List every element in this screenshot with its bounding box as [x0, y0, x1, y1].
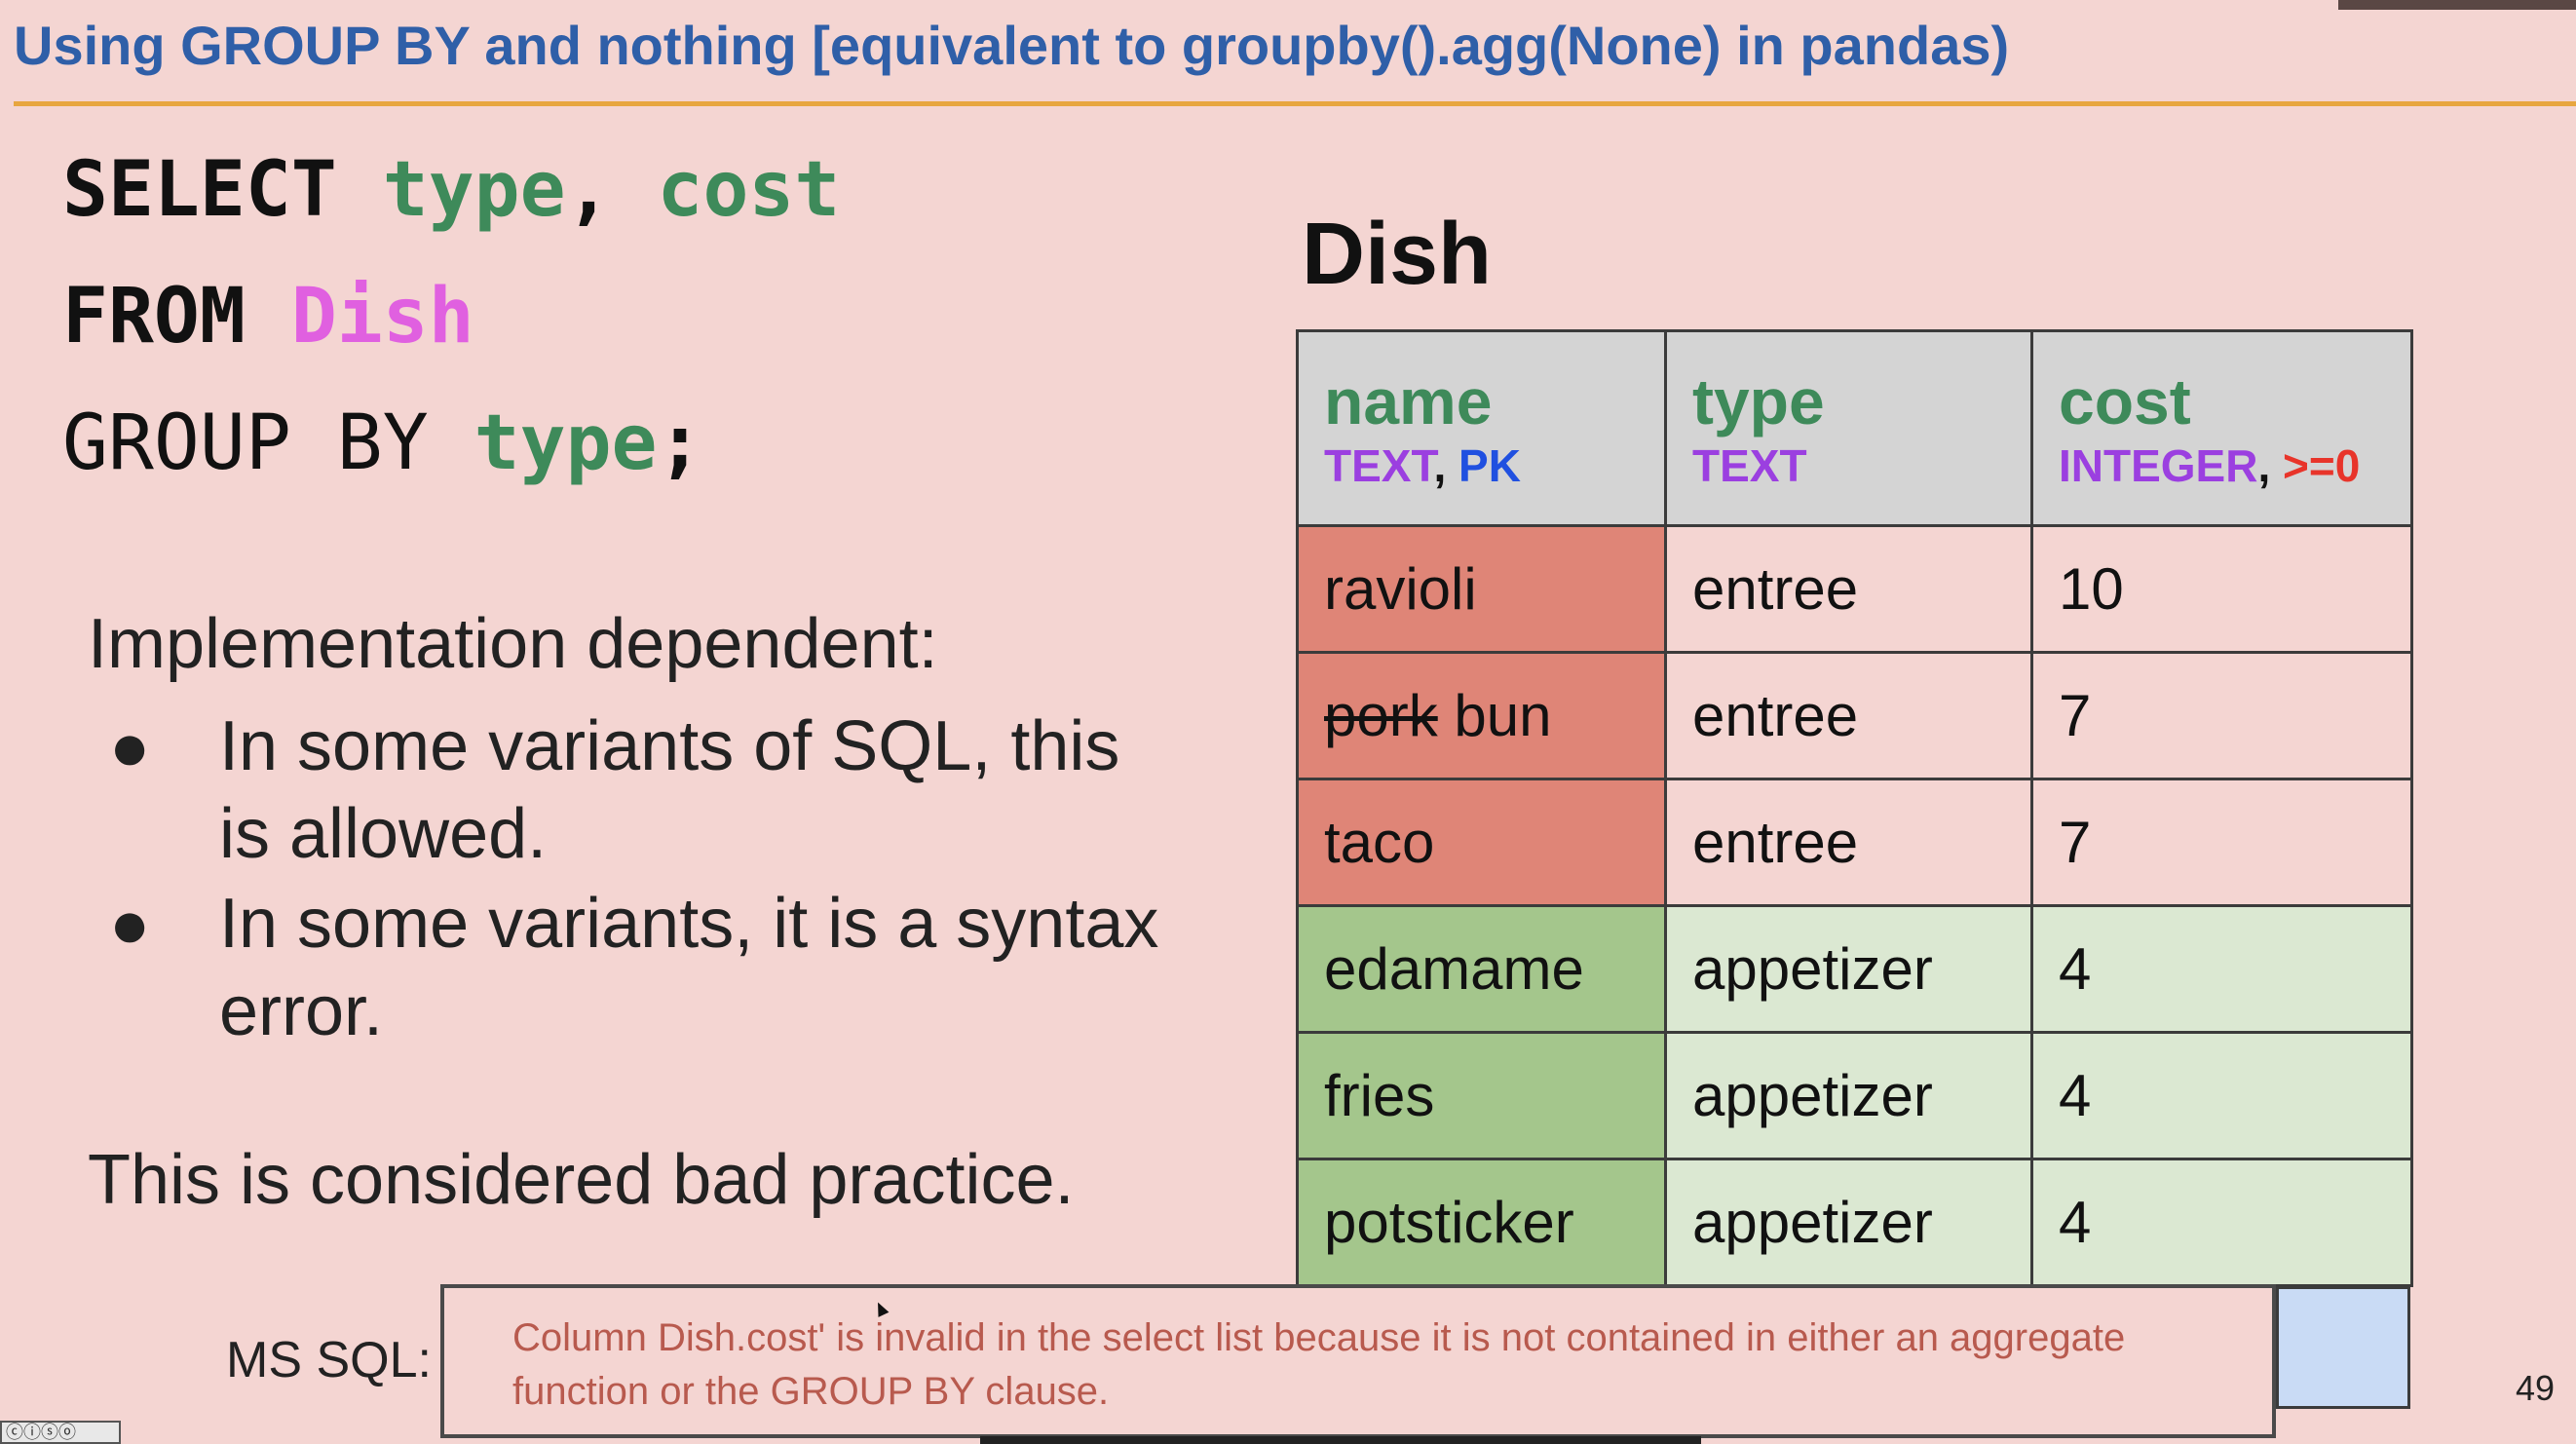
type-sep: ,: [2257, 439, 2271, 491]
cell-type: appetizer: [1664, 904, 2033, 1034]
bullet-dot-icon: ●: [109, 886, 151, 962]
bullet-text: In some variants of SQL, this is allowed…: [219, 707, 1120, 873]
result-cell-highlight: [2276, 1286, 2410, 1409]
slide-title: Using GROUP BY and nothing [equivalent t…: [14, 15, 2010, 76]
cell-cost: 4: [2030, 1158, 2413, 1287]
header-type-type: TEXT: [1692, 439, 1807, 491]
code-line-from: FROM Dish: [62, 273, 474, 361]
code-table-name: Dish: [290, 273, 474, 361]
header-type: type TEXT: [1664, 329, 2033, 527]
code-line-select: SELECT type, cost: [62, 146, 840, 234]
type-integer: INTEGER: [2059, 439, 2258, 491]
cell-cost: 7: [2030, 651, 2413, 780]
table-row: potsticker appetizer 4: [1296, 1158, 2413, 1287]
code-comma: ,: [565, 146, 612, 234]
cell-name: fries: [1296, 1031, 1667, 1160]
code-column-type: type: [382, 146, 566, 234]
dish-table: name TEXT, PK type TEXT cost INTEGER, >=…: [1296, 329, 2413, 1287]
title-divider: [14, 101, 2576, 106]
table-header-row: name TEXT, PK type TEXT cost INTEGER, >=…: [1296, 329, 2413, 527]
cell-name: pork bun: [1296, 651, 1667, 780]
table-row: fries appetizer 4: [1296, 1031, 2413, 1160]
cell-type: appetizer: [1664, 1031, 2033, 1160]
page-number: 49: [2516, 1368, 2556, 1408]
mssql-label: MS SQL:: [226, 1332, 432, 1388]
header-cost-type: INTEGER, >=0: [2059, 443, 2410, 488]
error-message-box: Column Dish.cost' is invalid in the sele…: [440, 1284, 2276, 1438]
creative-commons-icon: ⓒⓘⓢⓞ: [0, 1421, 121, 1444]
table-title: Dish: [1302, 206, 1493, 303]
code-column-cost: cost: [657, 146, 841, 234]
error-message: Column Dish.cost' is invalid in the sele…: [512, 1316, 2126, 1413]
constraint-nonneg: >=0: [2283, 439, 2361, 491]
explanation-block: Implementation dependent: ● In some vari…: [88, 609, 1179, 1057]
struck-word: pork: [1324, 683, 1438, 748]
video-progress-bar[interactable]: [980, 1436, 1701, 1444]
webcam-thumbnail: [2338, 0, 2576, 10]
cell-cost: 4: [2030, 1031, 2413, 1160]
header-cost: cost INTEGER, >=0: [2030, 329, 2413, 527]
cell-type: entree: [1664, 778, 2033, 907]
bullet-dot-icon: ●: [109, 708, 151, 784]
header-type-label: type: [1692, 364, 1825, 437]
explanation-bullet: ● In some variants of SQL, this is allow…: [88, 703, 1179, 878]
cell-name: ravioli: [1296, 524, 1667, 654]
table-row: taco entree 7: [1296, 778, 2413, 907]
cell-cost: 7: [2030, 778, 2413, 907]
header-name: name TEXT, PK: [1296, 329, 1667, 527]
keyword-group-by: GROUP BY: [62, 399, 429, 487]
code-groupby-column: type: [474, 399, 658, 487]
header-cost-label: cost: [2059, 364, 2191, 437]
header-name-label: name: [1324, 364, 1493, 437]
cell-type: entree: [1664, 524, 2033, 654]
table-row: pork bun entree 7: [1296, 651, 2413, 780]
cell-name: potsticker: [1296, 1158, 1667, 1287]
cell-type: entree: [1664, 651, 2033, 780]
cell-type: appetizer: [1664, 1158, 2033, 1287]
code-semicolon: ;: [657, 399, 703, 487]
table-row: ravioli entree 10: [1296, 524, 2413, 654]
code-line-groupby: GROUP BY type;: [62, 399, 702, 487]
keyword-select: SELECT: [62, 146, 337, 234]
bad-practice-note: This is considered bad practice.: [88, 1141, 1075, 1219]
constraint-pk: PK: [1458, 439, 1521, 491]
cell-cost: 10: [2030, 524, 2413, 654]
name-word: bun: [1454, 683, 1552, 748]
cell-cost: 4: [2030, 904, 2413, 1034]
table-row: edamame appetizer 4: [1296, 904, 2413, 1034]
keyword-from: FROM: [62, 273, 246, 361]
explanation-lead: Implementation dependent:: [88, 605, 938, 683]
type-text: TEXT: [1324, 439, 1434, 491]
cell-name: taco: [1296, 778, 1667, 907]
header-name-type: TEXT, PK: [1324, 443, 1664, 488]
explanation-bullet: ● In some variants, it is a syntax error…: [88, 880, 1179, 1055]
cell-name: edamame: [1296, 904, 1667, 1034]
type-sep: ,: [1433, 439, 1447, 491]
bullet-text: In some variants, it is a syntax error.: [219, 885, 1159, 1050]
